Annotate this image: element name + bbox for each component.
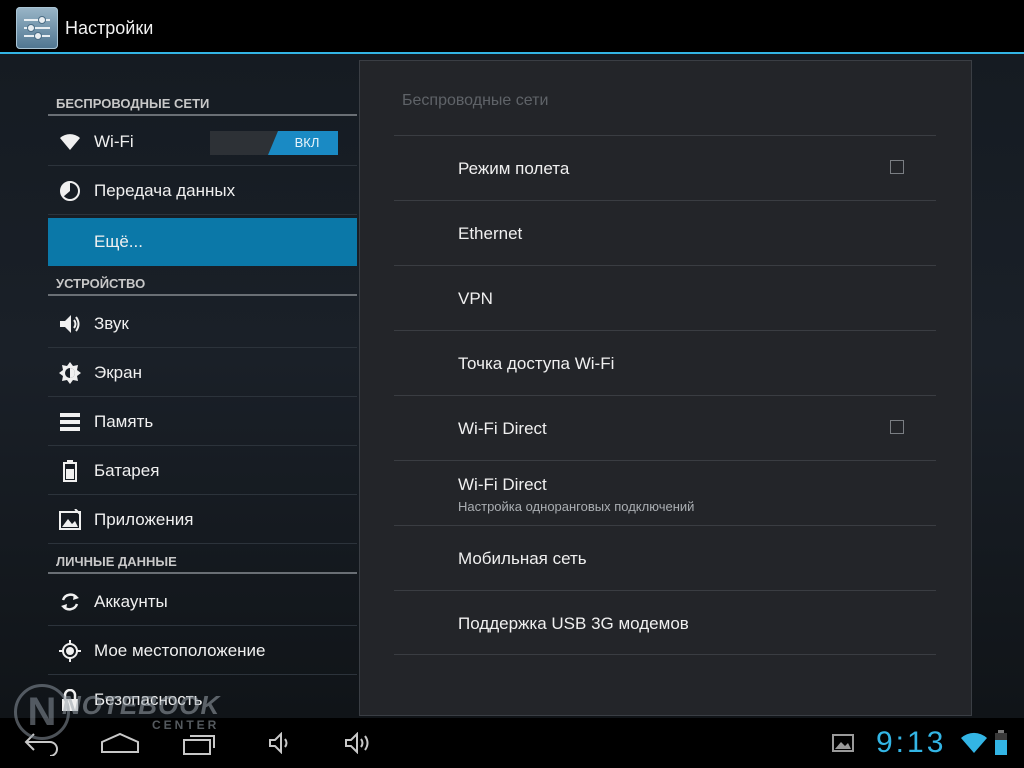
setting-title: Wi-Fi Direct — [458, 475, 547, 494]
wifi-toggle-state: ВКЛ — [268, 131, 338, 155]
section-header-wireless: БЕСПРОВОДНЫЕ СЕТИ — [48, 94, 357, 116]
sidebar-item-wifi[interactable]: Wi-Fi ВКЛ — [48, 118, 357, 166]
sidebar-item-label: Звук — [94, 314, 129, 333]
sidebar-item-label: Батарея — [94, 461, 160, 480]
sidebar-item-sound[interactable]: Звук — [48, 300, 357, 348]
sidebar-item-label: Ещё... — [94, 232, 143, 251]
setting-title: Wi-Fi Direct — [458, 419, 547, 438]
settings-content: БЕСПРОВОДНЫЕ СЕТИ Wi-Fi ВКЛ Передача дан… — [0, 54, 1024, 724]
battery-status-icon — [994, 730, 1008, 761]
data-usage-icon — [58, 179, 82, 203]
status-clock: 9:13 — [876, 726, 947, 759]
sync-icon — [58, 590, 82, 614]
sidebar-item-apps[interactable]: Приложения — [48, 496, 357, 544]
wifi-icon — [58, 130, 82, 154]
speaker-icon — [58, 312, 82, 336]
wifi-status-icon — [960, 732, 988, 759]
setting-title: Точка доступа Wi-Fi — [458, 354, 615, 373]
sidebar-item-label: Приложения — [94, 510, 194, 529]
setting-usb-3g-modem[interactable]: Поддержка USB 3G модемов — [394, 590, 936, 655]
sidebar-item-label: Аккаунты — [94, 592, 168, 611]
page-title: Настройки — [65, 18, 154, 38]
setting-wifi-direct-config[interactable]: Wi-Fi Direct Настройка одноранговых подк… — [394, 460, 936, 525]
setting-title: Режим полета — [458, 159, 570, 178]
setting-subtitle: Настройка одноранговых подключений — [458, 499, 695, 514]
section-header-personal: ЛИЧНЫЕ ДАННЫЕ — [48, 552, 357, 574]
action-bar: Настройки — [0, 0, 1024, 54]
sidebar-item-display[interactable]: Экран — [48, 349, 357, 397]
setting-mobile-network[interactable]: Мобильная сеть — [394, 525, 936, 590]
sidebar-item-label: Экран — [94, 363, 142, 382]
sidebar-item-label: Wi-Fi — [94, 132, 134, 151]
setting-title: Ethernet — [458, 224, 523, 243]
watermark-logo: N NOTEBOOK CENTER — [14, 680, 219, 750]
sidebar-item-label: Передача данных — [94, 181, 236, 200]
volume-down-icon[interactable] — [268, 731, 294, 759]
sidebar-item-data-usage[interactable]: Передача данных — [48, 167, 357, 215]
panel-title: Беспроводные сети — [402, 92, 549, 109]
setting-wifi-hotspot[interactable]: Точка доступа Wi-Fi — [394, 330, 936, 395]
setting-ethernet[interactable]: Ethernet — [394, 200, 936, 265]
setting-vpn[interactable]: VPN — [394, 265, 936, 330]
watermark-main-text: NOTEBOOK — [62, 690, 221, 720]
battery-icon — [58, 459, 82, 483]
sidebar-item-location[interactable]: Мое местоположение — [48, 627, 357, 675]
sidebar-item-storage[interactable]: Память — [48, 398, 357, 446]
wifi-direct-checkbox[interactable] — [890, 420, 904, 434]
sidebar-item-label: Мое местоположение — [94, 641, 266, 660]
sidebar-item-battery[interactable]: Батарея — [48, 447, 357, 495]
volume-up-icon[interactable] — [344, 731, 376, 759]
airplane-mode-checkbox[interactable] — [890, 160, 904, 174]
setting-airplane-mode[interactable]: Режим полета — [394, 135, 936, 200]
sidebar-item-accounts[interactable]: Аккаунты — [48, 578, 357, 626]
setting-title: Поддержка USB 3G модемов — [458, 614, 689, 633]
wireless-settings-panel: Беспроводные сети Режим полета Ethernet … — [359, 60, 972, 716]
wifi-toggle[interactable]: ВКЛ — [210, 131, 338, 155]
sidebar-item-more[interactable]: Ещё... — [48, 218, 357, 266]
apps-icon — [58, 508, 82, 532]
sidebar-item-label: Память — [94, 412, 154, 431]
setting-title: VPN — [458, 289, 493, 308]
watermark-sub-text: CENTER — [152, 718, 220, 732]
setting-wifi-direct-toggle[interactable]: Wi-Fi Direct — [394, 395, 936, 460]
section-header-device: УСТРОЙСТВО — [48, 274, 357, 296]
setting-title: Мобильная сеть — [458, 549, 587, 568]
settings-sidebar: БЕСПРОВОДНЫЕ СЕТИ Wi-Fi ВКЛ Передача дан… — [48, 54, 357, 724]
gallery-icon[interactable] — [832, 734, 854, 757]
brightness-icon — [58, 361, 82, 385]
storage-icon — [58, 410, 82, 434]
location-icon — [58, 639, 82, 663]
settings-sliders-icon[interactable] — [16, 7, 58, 49]
